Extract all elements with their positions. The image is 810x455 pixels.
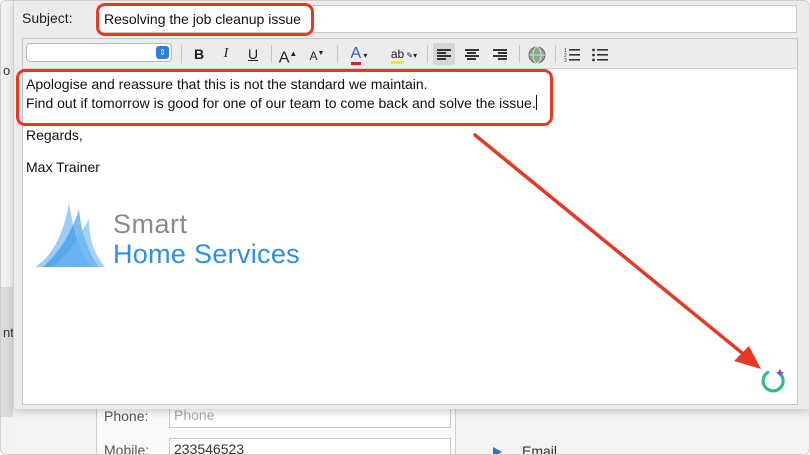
- background-text: o: [3, 63, 11, 78]
- numbered-list-button[interactable]: 1 2 3: [561, 43, 583, 65]
- body-highlight: [16, 69, 553, 126]
- numbered-list-icon: 1 2 3: [564, 48, 580, 64]
- logo-text-home-services: Home Services: [113, 239, 300, 269]
- highlight-button[interactable]: ab ✎▾: [387, 43, 421, 65]
- subject-highlight: [96, 3, 314, 36]
- background-panel-gray: [1, 287, 13, 417]
- align-left-icon: [437, 49, 451, 61]
- shrink-font-button[interactable]: A▼: [307, 43, 327, 65]
- company-logo: Smart Home Services: [33, 197, 333, 277]
- bold-button[interactable]: B: [191, 43, 207, 65]
- closing-text: Regards,: [26, 127, 83, 143]
- align-right-button[interactable]: [489, 43, 511, 65]
- toolbar-divider: [555, 45, 556, 63]
- shrink-font-icon: A: [309, 49, 318, 63]
- toolbar-divider: [181, 45, 182, 63]
- underline-button[interactable]: U: [245, 43, 261, 65]
- grow-font-button[interactable]: A▲: [277, 43, 299, 67]
- align-right-icon: [493, 49, 507, 61]
- font-color-icon: A: [350, 45, 362, 65]
- grow-font-icon: A: [278, 49, 290, 67]
- compose-dialog: Subject: Resolving the job cleanup issue…: [13, 1, 809, 409]
- svg-text:3: 3: [564, 58, 567, 63]
- ai-assistant-button[interactable]: [759, 367, 787, 395]
- email-arrow-icon: [493, 447, 502, 454]
- insert-link-icon: [528, 46, 546, 64]
- toolbar-divider: [519, 45, 520, 63]
- email-link[interactable]: Email: [522, 443, 557, 454]
- mobile-field[interactable]: 233546523: [169, 438, 451, 454]
- toolbar-divider: [427, 45, 428, 63]
- font-color-button[interactable]: A ▾: [343, 43, 375, 65]
- mobile-label: Mobile:: [104, 442, 150, 455]
- ai-sparkle-icon: [761, 368, 785, 393]
- bulleted-list-button[interactable]: [589, 43, 611, 65]
- chevron-updown-icon: ⇕: [156, 46, 169, 59]
- logo-text-smart: Smart: [113, 209, 188, 239]
- formatting-toolbar: ⇕ B I U A▲ A▼ A ▾ ab ✎▾ 1 2 3: [23, 39, 797, 69]
- subject-label: Subject:: [22, 10, 73, 26]
- bulleted-list-icon: [592, 48, 608, 62]
- signer-name: Max Trainer: [26, 159, 100, 175]
- align-center-button[interactable]: [461, 43, 483, 65]
- font-select[interactable]: ⇕: [26, 43, 172, 62]
- italic-button[interactable]: I: [219, 43, 233, 65]
- align-center-icon: [465, 49, 479, 61]
- highlight-icon: ab: [390, 47, 405, 64]
- align-left-button[interactable]: [433, 43, 455, 65]
- toolbar-divider: [271, 45, 272, 63]
- toolbar-divider: [337, 45, 338, 63]
- logo-mark-icon: [35, 203, 105, 267]
- insert-link-button[interactable]: [526, 43, 548, 65]
- phone-label: Phone:: [104, 408, 149, 424]
- window-frame: o nt Phone: Phone Mobile: 233546523 Emai…: [0, 0, 810, 455]
